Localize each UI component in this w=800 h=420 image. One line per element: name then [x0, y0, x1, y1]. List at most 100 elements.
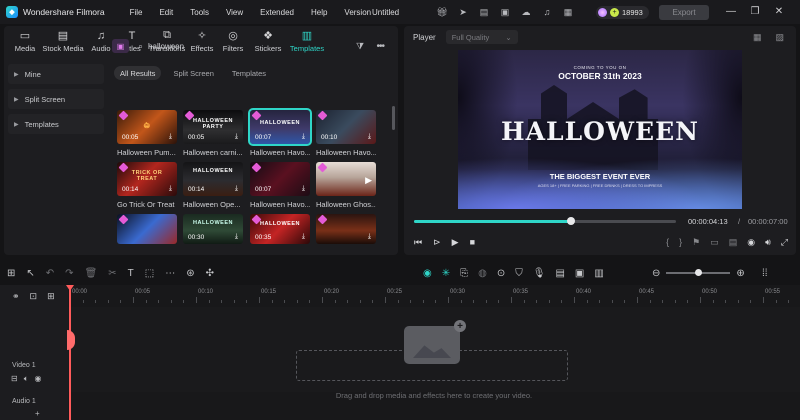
lock-icon[interactable]: ⊟ — [11, 374, 18, 384]
stop-icon[interactable]: ■ — [470, 237, 475, 248]
gift-icon[interactable]: 🎁︎ — [436, 6, 448, 18]
send-icon[interactable]: ➤ — [457, 6, 469, 18]
template-card[interactable]: TRICK OR TREAT 00:14 ⤓ Go Trick Or Treat — [117, 162, 177, 209]
menu-version[interactable]: Version — [344, 8, 371, 17]
restore-icon[interactable]: ❐ — [750, 4, 760, 18]
mask-icon[interactable]: ◍ — [478, 268, 487, 279]
previous-frame-icon[interactable]: ⏮ — [414, 237, 422, 248]
time-ruler[interactable]: 00:00 00:05 00:10 00:15 00:20 00:25 00:30 00:35… — [70, 285, 800, 305]
download-icon[interactable]: ⤓ — [302, 185, 305, 193]
template-card[interactable] — [117, 214, 177, 244]
download-icon[interactable]: ⤓ — [302, 133, 305, 141]
speed-icon[interactable]: ⊛ — [186, 268, 194, 279]
zoom-handle[interactable] — [695, 269, 703, 276]
text-icon[interactable]: T — [128, 268, 134, 279]
storyboard-icon[interactable]: ▥ — [594, 268, 603, 279]
camera-icon[interactable]: ◉ — [747, 237, 755, 248]
clip-icon[interactable]: ⎘ — [460, 268, 468, 279]
template-card[interactable]: 00:07 ⤓ Halloween Havo... — [250, 162, 310, 209]
template-card[interactable]: HALLOWEEN PARTY 00:05 ⤓ Halloween carni..… — [183, 110, 243, 157]
snapshot-image-icon[interactable]: ▨ — [775, 32, 784, 43]
download-icon[interactable]: ⤓ — [235, 233, 238, 241]
download-icon[interactable]: ⤓ — [302, 233, 305, 241]
display-icon[interactable]: ▭ — [710, 237, 719, 248]
template-card[interactable]: 🎃︎ 00:05 ⤓ Halloween Pum... — [117, 110, 177, 157]
folder-icon[interactable]: ▣ — [112, 39, 129, 53]
menu-help[interactable]: Help — [311, 8, 327, 17]
download-icon[interactable]: ⤓ — [235, 185, 238, 193]
zoom-slider[interactable] — [666, 269, 731, 276]
shield-icon[interactable]: ⛉ — [515, 268, 523, 279]
grid-icon[interactable]: ▦ — [562, 6, 574, 18]
minimize-icon[interactable]: — — [726, 4, 736, 18]
filter-icon[interactable]: ⧩ — [356, 41, 364, 52]
marker-icon[interactable]: ⚑ — [692, 237, 700, 248]
download-icon[interactable]: ⤓ — [169, 133, 172, 141]
volume-icon[interactable]: 🔊︎ — [765, 237, 771, 248]
template-card[interactable]: 00:10 ⤓ Halloween Havo... — [316, 110, 376, 157]
tab-stock-media[interactable]: ▤ Stock Media — [41, 26, 85, 58]
close-icon[interactable]: ✕ — [774, 4, 784, 18]
grid-view-icon[interactable]: ⁞⁞ — [762, 268, 768, 279]
download-icon[interactable]: ⤓ — [235, 133, 238, 141]
progress-handle[interactable] — [567, 217, 576, 225]
menu-file[interactable]: File — [130, 8, 143, 17]
image-icon[interactable]: ▣ — [499, 6, 511, 18]
select-tool-icon[interactable]: ↖ — [26, 268, 34, 279]
video-preview[interactable]: COMING TO YOU ON OCTOBER 31th 2023 HALLO… — [458, 50, 742, 209]
quality-select[interactable]: Full Quality ⌄ — [445, 30, 518, 44]
avatar[interactable] — [598, 8, 607, 17]
snap-icon[interactable]: ✳ — [442, 268, 450, 279]
layout-grid-icon[interactable]: ▦ — [753, 32, 762, 43]
link-icon[interactable]: ⚭ — [12, 291, 20, 302]
template-card[interactable]: HALLOWEEN 00:35 ⤓ — [250, 214, 310, 244]
ai-copilot-icon[interactable]: ◉ — [423, 268, 432, 279]
template-card[interactable]: HALLOWEEN 00:14 ⤓ Halloween Ope... — [183, 162, 243, 209]
menu-edit[interactable]: Edit — [159, 8, 173, 17]
fullscreen-icon[interactable]: ⤢ — [781, 237, 788, 248]
download-icon[interactable]: ⤓ — [368, 233, 371, 241]
playhead[interactable] — [69, 285, 71, 420]
download-icon[interactable]: ⤓ — [169, 185, 172, 193]
template-card[interactable]: ▶ Halloween Ghos... — [316, 162, 376, 209]
more-options-icon[interactable]: ••• — [376, 41, 384, 52]
delete-icon[interactable]: 🗑︎ — [85, 268, 98, 279]
search-input[interactable] — [148, 41, 269, 51]
microphone-icon[interactable]: 🎙︎ — [533, 268, 546, 279]
play-icon[interactable]: ▶ — [452, 237, 459, 248]
add-track-icon[interactable]: ⊞ — [47, 291, 55, 302]
playback-progress[interactable] — [414, 217, 676, 225]
undo-icon[interactable]: ↶ — [46, 268, 54, 279]
sticker-tool-icon[interactable]: ⊙ — [497, 268, 505, 279]
render-preview-icon[interactable]: ▤ — [729, 237, 738, 248]
template-card[interactable]: ⤓ — [316, 214, 376, 244]
menu-view[interactable]: View — [226, 8, 243, 17]
redo-icon[interactable]: ↷ — [65, 268, 73, 279]
filter-split-screen[interactable]: Split Screen — [167, 66, 219, 80]
results-scrollbar[interactable] — [392, 106, 395, 130]
eye-icon[interactable]: ◉ — [35, 374, 42, 384]
play-icon[interactable]: ▶ — [365, 175, 372, 186]
sidebar-item-templates[interactable]: ▶ Templates — [8, 114, 104, 134]
sidebar-item-mine[interactable]: ▶ Mine — [8, 64, 104, 84]
voiceover-icon[interactable]: ▤ — [555, 268, 564, 279]
sidebar-item-split-screen[interactable]: ▶ Split Screen — [8, 89, 104, 109]
add-icon[interactable]: + — [35, 409, 40, 418]
headset-icon[interactable]: ♫ — [541, 6, 553, 18]
mark-out-icon[interactable]: } — [679, 237, 682, 248]
tab-media[interactable]: ▭ Media — [10, 26, 40, 58]
more-tools-icon[interactable]: ⋯ — [165, 268, 175, 279]
zoom-out-icon[interactable]: ⊖ — [652, 268, 660, 279]
template-card[interactable]: HALLOWEEN 00:30 ⤓ — [183, 214, 243, 244]
credits-badge[interactable]: + 18993 — [596, 6, 649, 19]
split-icon[interactable]: ✂ — [108, 268, 116, 279]
zoom-in-icon[interactable]: ⊕ — [736, 268, 744, 279]
mark-in-icon[interactable]: { — [666, 237, 669, 248]
layout-icon[interactable]: ⊞ — [7, 268, 15, 279]
cloud-upload-icon[interactable]: ☁ — [520, 6, 532, 18]
add-media-icon[interactable]: + — [404, 320, 466, 364]
crop-icon[interactable]: ⬚ — [145, 268, 154, 279]
filter-templates[interactable]: Templates — [226, 66, 272, 80]
download-icon[interactable]: ⤓ — [368, 133, 371, 141]
media-tool-icon[interactable]: ▣ — [575, 268, 584, 279]
